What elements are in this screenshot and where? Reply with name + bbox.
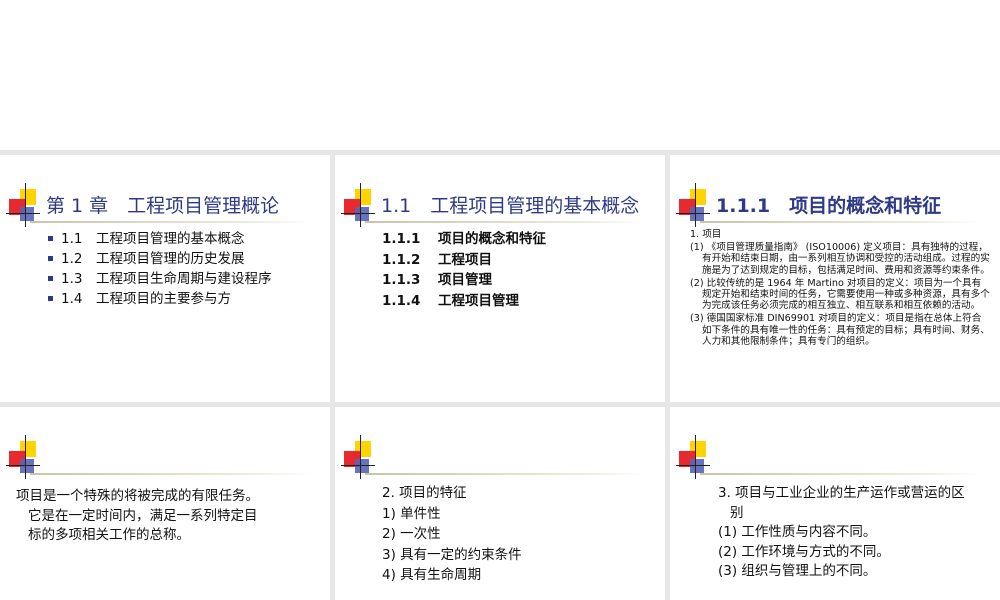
- bullet-icon: [48, 296, 53, 301]
- definition-text: 项目是一个特殊的将被完成的有限任务。 它是在一定时间内，满足一系列特定目 标的多…: [16, 488, 259, 543]
- slide-logo-icon: [676, 183, 710, 229]
- list-item: 1.1.4 工程项目管理: [382, 292, 519, 309]
- slide-section-1-1[interactable]: 1.1 工程项目管理的基本概念 1.1.1 项目的概念和特征 1.1.2 工程项目 …: [335, 155, 665, 402]
- chapter-outline-list: 1.1 工程项目管理的基本概念 1.2 工程项目管理的历史发展 1.3 工程项目…: [48, 229, 271, 309]
- definition-text-block: 1. 项目 (1) 《项目管理质量指南》 (ISO10006) 定义项目：具有独…: [690, 229, 990, 349]
- list-item: 1.3 工程项目生命周期与建设程序: [48, 269, 271, 289]
- bullet-icon: [48, 276, 53, 281]
- slide-1-1-1[interactable]: 1.1.1 项目的概念和特征 1. 项目 (1) 《项目管理质量指南》 (ISO…: [670, 155, 1000, 402]
- list-item: 1.1.3 项目管理: [382, 272, 492, 288]
- list-item: (1) 工作性质与内容不同。: [718, 524, 877, 540]
- comparison-text: 3. 项目与工业企业的生产运作或营运的区 别 (1) 工作性质与内容不同。 (2…: [718, 484, 998, 582]
- title-rule: [700, 473, 982, 475]
- slide-title: 第 1 章 工程项目管理概论: [46, 195, 280, 217]
- title-rule: [700, 221, 982, 223]
- definition-paragraph: (1) 《项目管理质量指南》 (ISO10006) 定义项目：具有独特的过程，有…: [690, 242, 990, 276]
- slide-logo-icon: [676, 435, 710, 481]
- list-item: 4) 具有生命周期: [382, 567, 482, 583]
- title-rule: [30, 221, 312, 223]
- list-item: 2. 项目的特征: [382, 485, 467, 501]
- slide-title: 1.1.1 项目的概念和特征: [716, 195, 942, 217]
- slide-title: 1.1 工程项目管理的基本概念: [381, 195, 640, 217]
- slide-logo-icon: [341, 183, 375, 229]
- list-item: (2) 工作环境与方式的不同。: [718, 543, 890, 560]
- subsection-list: 1.1.1 项目的概念和特征 1.1.2 工程项目 1.1.3 项目管理 1.1.4 工…: [382, 229, 546, 311]
- section-heading: 1. 项目: [690, 229, 722, 240]
- list-item: 1.4 工程项目的主要参与方: [48, 289, 271, 309]
- blank-top-area: [0, 0, 1000, 150]
- feature-list: 2. 项目的特征 1) 单件性 2) 一次性 3) 具有一定的约束条件 4) 具…: [382, 483, 522, 586]
- slide-logo-icon: [6, 183, 40, 229]
- list-item: 1.1 工程项目管理的基本概念: [48, 229, 271, 249]
- list-item: 3) 具有一定的约束条件: [382, 546, 522, 563]
- list-item: 1.1.2 工程项目: [382, 251, 492, 268]
- title-rule: [365, 221, 647, 223]
- list-item: 1.1.1 项目的概念和特征: [382, 231, 546, 247]
- list-item: 2) 一次性: [382, 526, 441, 542]
- title-rule: [365, 473, 647, 475]
- slide-project-vs-operations[interactable]: 3. 项目与工业企业的生产运作或营运的区 别 (1) 工作性质与内容不同。 (2…: [670, 407, 1000, 600]
- bullet-icon: [48, 256, 53, 261]
- slide-logo-icon: [341, 435, 375, 481]
- slide-project-definition[interactable]: 项目是一个特殊的将被完成的有限任务。 它是在一定时间内，满足一系列特定目 标的多…: [0, 407, 330, 600]
- definition-paragraph: (3) 德国国家标准 DIN69901 对项目的定义：项目是指在总体上符合如下条…: [690, 313, 990, 347]
- slide-project-features[interactable]: 2. 项目的特征 1) 单件性 2) 一次性 3) 具有一定的约束条件 4) 具…: [335, 407, 665, 600]
- list-item: 1.2 工程项目管理的历史发展: [48, 249, 271, 269]
- bullet-icon: [48, 236, 53, 241]
- list-item: (3) 组织与管理上的不同。: [718, 563, 877, 579]
- list-item: 1) 单件性: [382, 505, 441, 522]
- slide-chapter-1[interactable]: 第 1 章 工程项目管理概论 1.1 工程项目管理的基本概念 1.2 工程项目管…: [0, 155, 330, 402]
- title-rule: [30, 473, 312, 475]
- definition-paragraph: (2) 比较传统的是 1964 年 Martino 对项目的定义：项目为一个具有…: [690, 277, 990, 312]
- slide-logo-icon: [6, 435, 40, 481]
